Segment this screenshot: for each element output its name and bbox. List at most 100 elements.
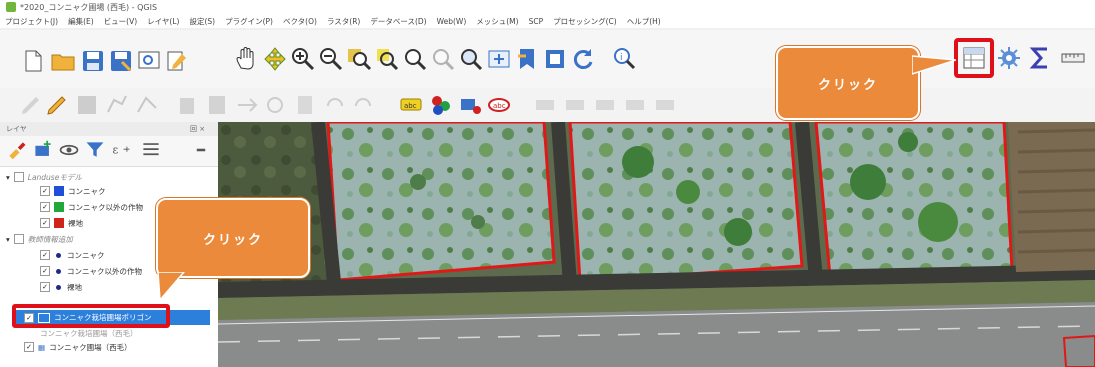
menu-database[interactable]: データベース(D) [365,16,431,27]
legend-item-bare-land[interactable]: ✓ 裸地 [40,216,83,230]
menu-view[interactable]: ビュー(V) [99,16,142,27]
zoom-full-icon[interactable] [346,46,372,72]
statistics-sigma-icon[interactable] [1027,45,1053,71]
collapse-arrow-icon[interactable]: ▾ [6,173,10,182]
redo2-icon[interactable] [350,92,376,118]
current-edits-icon[interactable] [18,92,44,118]
new-project-icon[interactable] [20,48,46,74]
layer-checkbox[interactable]: ✓ [40,218,50,228]
undo-icon[interactable] [292,92,318,118]
diagram-tool-icon[interactable] [428,92,454,118]
svg-text:abc: abc [493,102,506,110]
redo-icon[interactable] [322,92,348,118]
layer-label: コンニャク以外の作物 [68,202,143,212]
identify-icon[interactable]: i [612,46,638,72]
vertex-tool-icon[interactable] [134,92,160,118]
layer-group-landuse[interactable]: ▾ Landuseモデル [6,170,82,184]
layer-checkbox[interactable]: ✓ [40,282,50,292]
layer-row-highlight [12,304,170,328]
cut-features-icon[interactable] [204,92,230,118]
layer-click-callout: クリック [156,198,310,278]
expand-all-icon[interactable] [140,139,162,161]
zoom-to-layer-icon[interactable] [402,46,428,72]
show-hide-label-icon[interactable]: abc [486,92,512,118]
attribute-table-highlight [954,38,994,78]
layer-checkbox[interactable] [13,172,24,182]
delete-selected-icon[interactable] [174,92,200,118]
zoom-to-selection-icon[interactable] [374,46,400,72]
legend-item-konnyaku[interactable]: ✓ コンニャク [40,184,106,198]
menu-plugins[interactable]: プラグイン(P) [220,16,278,27]
paste-features-icon[interactable] [262,92,288,118]
menu-mesh[interactable]: メッシュ(M) [471,16,523,27]
open-layer-styling-icon[interactable] [6,139,28,161]
legend-swatch [54,218,64,228]
legend-item-bare-point[interactable]: ✓ 裸地 [40,280,82,294]
map-canvas[interactable] [218,122,1095,367]
save-edits-icon[interactable] [74,92,100,118]
layer-checkbox[interactable]: ✓ [40,202,50,212]
menu-web[interactable]: Web(W) [432,17,472,26]
layer-label: コンニャク圃場（西毛） [49,342,132,352]
bookmark-icon[interactable] [514,46,540,72]
save-icon[interactable] [80,48,106,74]
aerial-map-image [218,122,1095,367]
menu-bar: プロジェクト(J) 編集(E) ビュー(V) レイヤ(L) 設定(S) プラグイ… [0,14,1095,28]
add-group-icon[interactable] [32,139,54,161]
label-tool3-icon[interactable] [652,92,678,118]
zoom-next-icon[interactable] [458,46,484,72]
menu-project[interactable]: プロジェクト(J) [0,16,63,27]
menu-vector[interactable]: ベクタ(O) [278,16,322,27]
change-label-icon[interactable] [592,92,618,118]
menu-layer[interactable]: レイヤ(L) [142,16,184,27]
pan-hand-icon[interactable] [234,46,260,72]
layer-checkbox[interactable]: ✓ [40,186,50,196]
pin-label-icon[interactable] [458,92,484,118]
save-as-icon[interactable] [108,48,134,74]
filter-expression-icon[interactable]: ε [110,139,132,161]
open-folder-icon[interactable] [50,48,76,74]
refresh-icon[interactable] [570,46,596,72]
manage-themes-icon[interactable] [58,139,80,161]
layer-group-training[interactable]: ▾ 教師情報追加 [6,232,73,246]
panel-close-button[interactable]: 回 × [190,124,205,134]
legend-item-konnyaku-point[interactable]: ✓ コンニャク [40,248,105,262]
menu-help[interactable]: ヘルプ(H) [622,16,666,27]
measure-icon[interactable] [1060,45,1086,71]
menu-processing[interactable]: プロセッシング(C) [548,16,622,27]
copy-features-icon[interactable] [234,92,260,118]
qgis-logo-icon [6,2,16,12]
menu-settings[interactable]: 設定(S) [184,16,220,27]
menu-raster[interactable]: ラスタ(R) [322,16,365,27]
layout-manager-icon[interactable] [164,48,190,74]
rotate-label-icon[interactable] [562,92,588,118]
zoom-out-icon[interactable] [318,46,344,72]
point-symbol-icon [56,284,61,290]
print-layout-icon[interactable] [136,48,162,74]
remove-layer-icon[interactable] [190,139,212,161]
bookmark-manager-icon[interactable] [542,46,568,72]
zoom-in-icon[interactable] [290,46,316,72]
label-tool-icon[interactable]: abc [398,92,424,118]
filter-legend-icon[interactable] [84,139,106,161]
new-map-view-icon[interactable] [486,46,512,72]
collapse-arrow-icon[interactable]: ▾ [6,235,10,244]
legend-item-other-crops[interactable]: ✓ コンニャク以外の作物 [40,200,143,214]
layer-checkbox[interactable]: ✓ [24,342,34,352]
toggle-editing-icon[interactable] [44,92,70,118]
layer-checkbox[interactable]: ✓ [40,266,50,276]
layer-konnyaku-seimou[interactable]: コンニャク栽培圃場（西毛） [40,326,138,340]
move-label-icon[interactable] [532,92,558,118]
pan-to-selection-icon[interactable] [262,46,288,72]
add-feature-icon[interactable] [104,92,130,118]
menu-scp[interactable]: SCP [524,17,549,26]
layer-label: 裸地 [68,218,83,228]
layer-checkbox[interactable] [13,234,24,244]
layer-konnyaku-raster[interactable]: ✓ ▦ コンニャク圃場（西毛） [24,340,132,354]
label-tool2-icon[interactable] [622,92,648,118]
legend-item-other-point[interactable]: ✓ コンニャク以外の作物 [40,264,142,278]
zoom-last-icon[interactable] [430,46,456,72]
menu-edit[interactable]: 編集(E) [63,16,99,27]
settings-gear-icon[interactable] [996,45,1022,71]
layer-checkbox[interactable]: ✓ [40,250,50,260]
